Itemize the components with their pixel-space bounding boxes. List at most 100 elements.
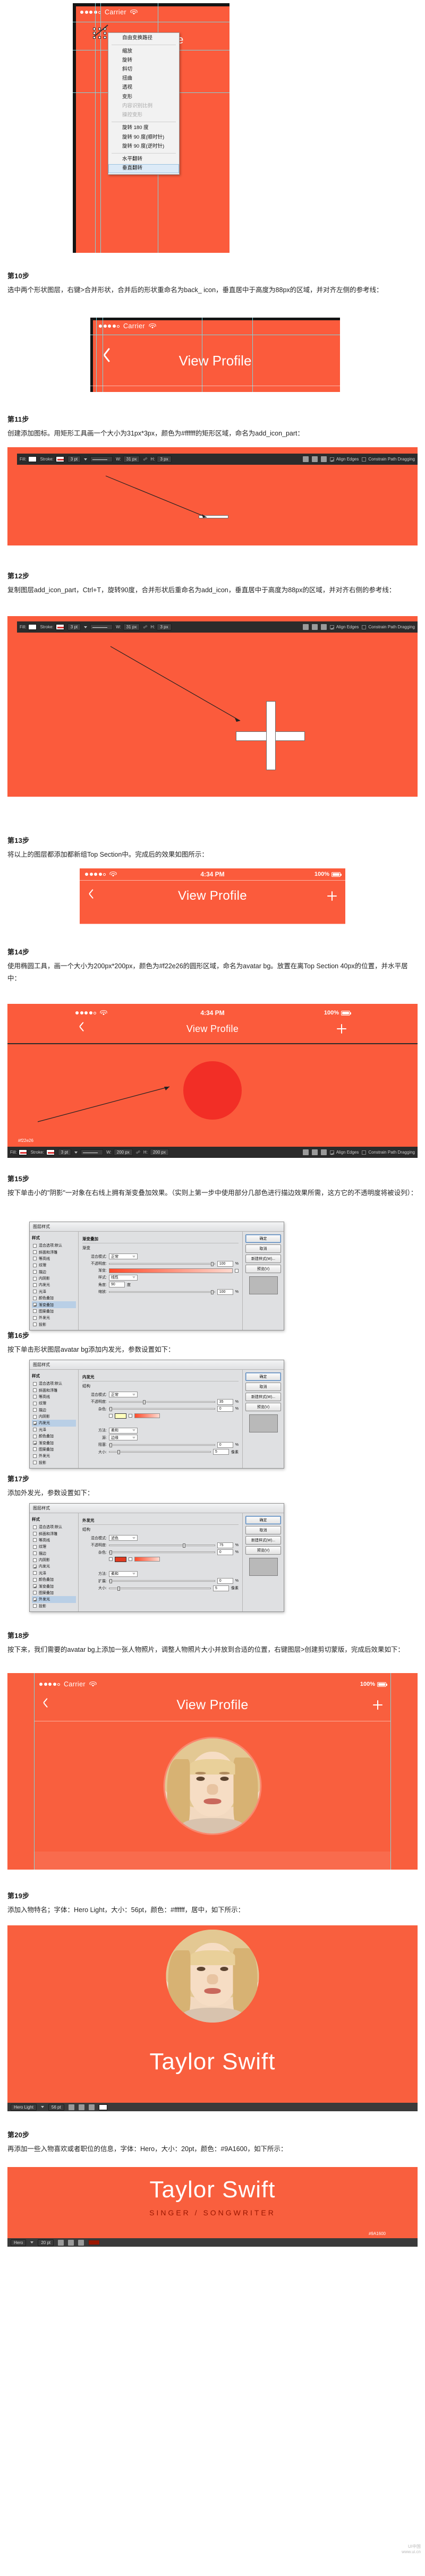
spread-field[interactable]: 0 xyxy=(217,1578,233,1584)
style-item-3[interactable]: 纹理 xyxy=(32,1262,76,1268)
opacity-slider[interactable] xyxy=(109,1261,215,1266)
gradient-radio[interactable] xyxy=(129,1557,132,1561)
opacity-field[interactable]: 75 xyxy=(217,1542,233,1548)
style-item-3[interactable]: 纹理 xyxy=(32,1400,76,1406)
size-field[interactable]: 5 xyxy=(213,1585,229,1591)
style-item-5[interactable]: 内阴影 xyxy=(32,1275,76,1282)
stroke-weight[interactable]: 3 pt xyxy=(57,1149,72,1156)
style-item-1[interactable]: 斜面和浮雕 xyxy=(32,1387,76,1393)
noise-slider[interactable] xyxy=(109,1407,215,1411)
preview-checkbox-button[interactable]: 预览(V) xyxy=(245,1546,281,1555)
noise-slider[interactable] xyxy=(109,1550,215,1555)
dialog-inner-glow[interactable]: 图层样式 样式 混合选项:默认 斜面和浮雕 等高线 纹理 描边 内阴影 内发光 … xyxy=(29,1360,284,1469)
glow-gradient[interactable] xyxy=(134,1413,160,1418)
align-left-icon[interactable] xyxy=(58,2239,64,2246)
ok-button[interactable]: 确定 xyxy=(245,1234,281,1243)
style-item-0[interactable]: 混合选项:默认 xyxy=(32,1242,76,1249)
size-slider[interactable] xyxy=(109,1586,211,1591)
stroke-weight[interactable]: 3 pt xyxy=(67,624,81,630)
link-icon[interactable]: ☍ xyxy=(143,457,147,462)
menu-item-6[interactable]: 变形 xyxy=(108,92,179,101)
style-item-12[interactable]: 投影 xyxy=(32,1460,76,1466)
size-slider[interactable] xyxy=(109,1450,211,1454)
preview-checkbox-button[interactable]: 预览(V) xyxy=(245,1265,281,1273)
style-item-3[interactable]: 纹理 xyxy=(32,1543,76,1550)
new-style-button[interactable]: 新建样式(W)... xyxy=(245,1393,281,1401)
style-item-10[interactable]: 图案叠加 xyxy=(32,1446,76,1453)
font-family-select[interactable]: Hero xyxy=(11,2239,27,2246)
menu-item-9[interactable]: 旋转 180 度 xyxy=(108,124,179,133)
back-icon[interactable] xyxy=(42,1700,49,1710)
add-icon[interactable] xyxy=(373,1700,382,1710)
path-op-icon[interactable] xyxy=(302,1149,309,1155)
add-icon[interactable] xyxy=(337,1024,346,1034)
text-color-swatch[interactable] xyxy=(88,2240,100,2245)
stroke-swatch[interactable] xyxy=(46,1149,55,1155)
font-size-select[interactable]: 56 pt xyxy=(48,2103,64,2111)
constrain-checkbox[interactable] xyxy=(362,625,367,629)
ps-type-options-bar[interactable]: Hero 20 pt xyxy=(7,2238,418,2247)
h-field[interactable]: 200 px xyxy=(149,1149,169,1156)
menu-item-5[interactable]: 透视 xyxy=(108,83,179,92)
style-item-0[interactable]: 混合选项:默认 xyxy=(32,1524,76,1530)
fill-swatch[interactable] xyxy=(28,624,37,630)
glow-color-swatch[interactable] xyxy=(115,1413,126,1419)
color-radio[interactable] xyxy=(109,1557,113,1561)
add-icon[interactable] xyxy=(327,891,337,901)
align-edges-checkbox[interactable] xyxy=(329,1150,334,1155)
style-item-1[interactable]: 斜面和浮雕 xyxy=(32,1249,76,1255)
style-list[interactable]: 样式 混合选项:默认 斜面和浮雕 等高线 纹理 描边 内阴影 内发光 光泽 颜色… xyxy=(30,1370,79,1468)
style-list[interactable]: 样式 混合选项:默认 斜面和浮雕 等高线 纹理 描边 内阴影 内发光 光泽 颜色… xyxy=(30,1232,79,1330)
gradient-preview[interactable] xyxy=(109,1268,233,1273)
path-arrange-icon[interactable] xyxy=(320,624,327,630)
path-align-icon[interactable] xyxy=(311,624,318,630)
align-center-icon[interactable] xyxy=(68,2239,74,2246)
style-item-9[interactable]: 渐变叠加 xyxy=(32,1301,76,1308)
menu-item-13[interactable]: 垂直翻转 xyxy=(108,164,179,174)
ok-button[interactable]: 确定 xyxy=(245,1516,281,1524)
chevron-down-icon[interactable] xyxy=(30,2241,34,2244)
path-arrange-icon[interactable] xyxy=(320,456,327,462)
stroke-style-picker[interactable] xyxy=(81,1149,104,1155)
method-select[interactable]: 柔和 xyxy=(109,1571,138,1577)
constrain-checkbox[interactable] xyxy=(362,1150,367,1155)
style-item-11[interactable]: 外发光 xyxy=(32,1453,76,1459)
ps-options-bar[interactable]: Fill: Stroke: 3 pt W: 31 px ☍ H: 3 px Alig… xyxy=(17,621,418,633)
back-icon[interactable] xyxy=(103,347,110,366)
font-size-select[interactable]: 20 pt xyxy=(38,2239,54,2246)
style-item-4[interactable]: 描边 xyxy=(32,1269,76,1275)
new-style-button[interactable]: 新建样式(W)... xyxy=(245,1536,281,1545)
dialog-settings[interactable]: 渐变叠加 渐变 混合模式: 正常 不透明度: 100% 渐变: 样式: 线性 角度: 9… xyxy=(79,1232,242,1330)
dialog-buttons[interactable]: 确定 取消 新建样式(W)... 预览(V) xyxy=(242,1513,284,1611)
stroke-swatch[interactable] xyxy=(55,456,64,462)
style-select[interactable]: 线性 xyxy=(109,1274,138,1281)
menu-item-2[interactable]: 旋转 xyxy=(108,56,179,65)
w-field[interactable]: 200 px xyxy=(113,1149,133,1156)
chevron-down-icon[interactable] xyxy=(84,626,88,628)
choke-slider[interactable] xyxy=(109,1443,215,1447)
align-right-icon[interactable] xyxy=(78,2239,84,2246)
stroke-style-picker[interactable] xyxy=(90,456,113,462)
scale-slider[interactable] xyxy=(109,1290,215,1294)
style-item-8[interactable]: 颜色叠加 xyxy=(32,1576,76,1583)
w-field[interactable]: 31 px xyxy=(123,456,140,463)
dialog-settings[interactable]: 内发光 结构 混合模式: 正常 不透明度: 35% 杂色: 0% 方法: 柔和 源: 边缘… xyxy=(79,1370,242,1468)
noise-field[interactable]: 0 xyxy=(217,1549,233,1555)
style-item-7[interactable]: 光泽 xyxy=(32,1427,76,1433)
method-select[interactable]: 柔和 xyxy=(109,1427,138,1434)
dialog-settings[interactable]: 外发光 结构 混合模式: 滤色 不透明度: 75% 杂色: 0% 方法: 柔和 扩展: 0… xyxy=(79,1513,242,1611)
chevron-down-icon[interactable] xyxy=(40,2106,44,2108)
fill-swatch[interactable] xyxy=(19,1149,28,1155)
opacity-field[interactable]: 100 xyxy=(217,1260,233,1267)
path-align-icon[interactable] xyxy=(311,456,318,462)
opacity-field[interactable]: 35 xyxy=(217,1398,233,1405)
style-item-11[interactable]: 外发光 xyxy=(32,1596,76,1603)
font-family-select[interactable]: Hero Light xyxy=(11,2103,37,2111)
chevron-down-icon[interactable] xyxy=(74,1151,78,1154)
style-item-8[interactable]: 颜色叠加 xyxy=(32,1295,76,1301)
path-align-icon[interactable] xyxy=(311,1149,318,1155)
ps-options-bar[interactable]: Fill: Stroke: 3 pt W: 31 px ☍ H: 3 px Alig… xyxy=(17,454,418,465)
style-item-4[interactable]: 描边 xyxy=(32,1407,76,1413)
stroke-swatch[interactable] xyxy=(55,624,64,630)
menu-item-0[interactable]: 自由变换路径 xyxy=(108,34,179,43)
